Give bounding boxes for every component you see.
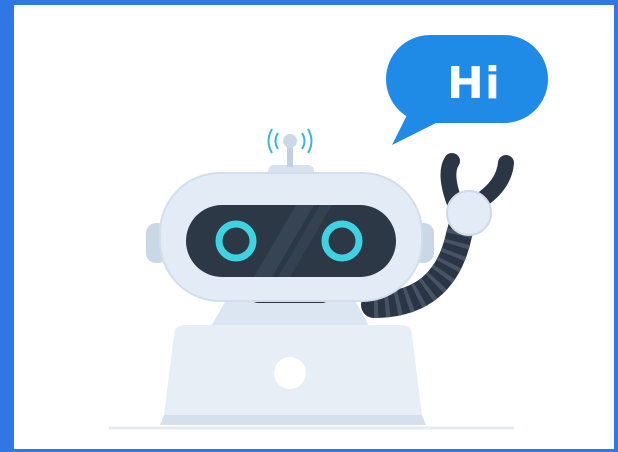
image-frame: Hi: [0, 0, 618, 452]
illustration-canvas: Hi: [14, 5, 614, 449]
laptop-logo: [274, 357, 306, 389]
laptop: [160, 325, 426, 425]
speech-bubble-text: Hi: [447, 57, 501, 109]
robot-illustration: [109, 35, 548, 430]
